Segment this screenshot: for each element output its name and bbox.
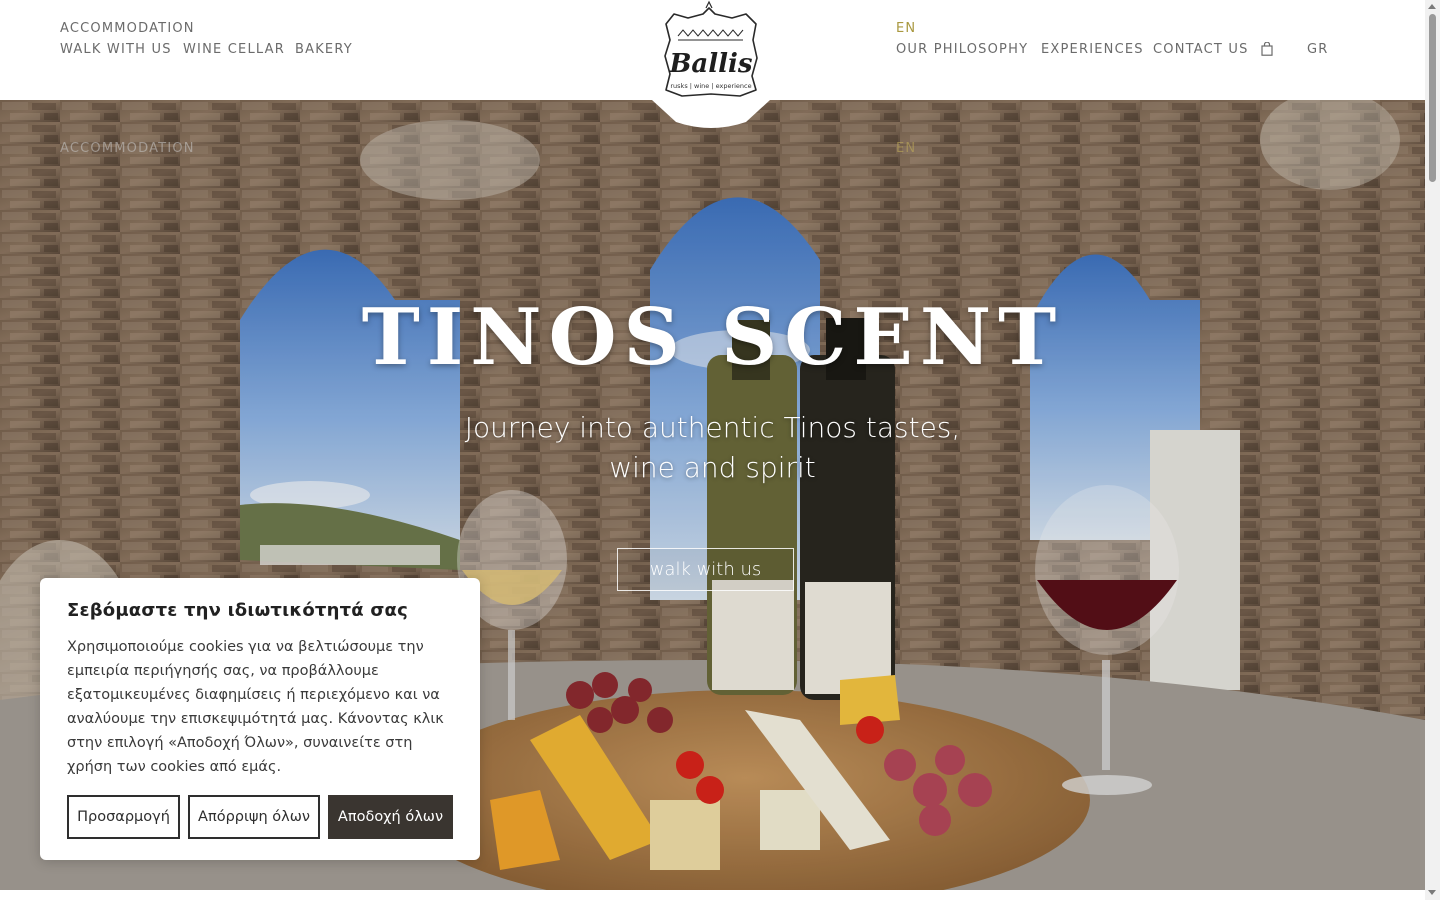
hero-subtitle-line-1: Journey into authentic Tinos tastes, <box>464 411 961 444</box>
hero-ghost-lang: EN <box>896 141 917 156</box>
nav-experiences[interactable]: EXPERIENCES <box>1041 42 1144 57</box>
cookie-customize-button[interactable]: Προσαρμογή <box>67 795 180 839</box>
ballis-logo-graphic: Ballis rusks | wine | experience <box>652 0 770 128</box>
shopping-bag-icon[interactable] <box>1261 42 1273 56</box>
cookie-title: Σεβόμαστε την ιδιωτικότητά σας <box>67 600 408 621</box>
nav-our-philosophy[interactable]: OUR PHILOSOPHY <box>896 42 1028 57</box>
cookie-button-row: Προσαρμογή Απόρριψη όλων Αποδοχή όλων <box>67 795 453 839</box>
cookie-accept-all-button[interactable]: Αποδοχή όλων <box>328 795 453 839</box>
nav-walk-with-us[interactable]: WALK WITH US <box>60 42 172 57</box>
page-scrollbar[interactable] <box>1425 0 1440 900</box>
nav-bakery[interactable]: BAKERY <box>295 42 353 57</box>
cookie-consent-dialog: Σεβόμαστε την ιδιωτικότητά σας Χρησιμοπο… <box>40 578 480 860</box>
scroll-up-arrow-icon[interactable] <box>1428 4 1436 9</box>
walk-with-us-button[interactable]: walk with us <box>617 548 794 591</box>
cookie-reject-all-button[interactable]: Απόρριψη όλων <box>188 795 320 839</box>
nav-accommodation[interactable]: ACCOMMODATION <box>60 21 195 36</box>
hero-subtitle-line-2: wine and spirit <box>609 451 816 484</box>
hero-title: TINOS SCENT <box>361 292 1064 383</box>
lang-en[interactable]: EN <box>896 21 916 36</box>
logo-wordmark: Ballis <box>668 49 752 79</box>
logo[interactable]: Ballis rusks | wine | experience <box>652 0 770 130</box>
nav-wine-cellar[interactable]: WINE CELLAR <box>183 42 285 57</box>
logo-tagline: rusks | wine | experience <box>670 82 751 90</box>
hero-subtitle: Journey into authentic Tinos tastes, win… <box>0 408 1425 488</box>
scrollbar-thumb[interactable] <box>1429 14 1436 182</box>
lang-gr[interactable]: GR <box>1307 42 1329 57</box>
nav-contact-us[interactable]: CONTACT US <box>1153 42 1249 57</box>
hero-ghost-accommodation: ACCOMMODATION <box>60 141 195 156</box>
cookie-description: Χρησιμοποιούμε cookies για να βελτιώσουμ… <box>67 639 444 775</box>
page-bottom-edge <box>0 890 1425 900</box>
scroll-down-arrow-icon[interactable] <box>1428 890 1436 895</box>
